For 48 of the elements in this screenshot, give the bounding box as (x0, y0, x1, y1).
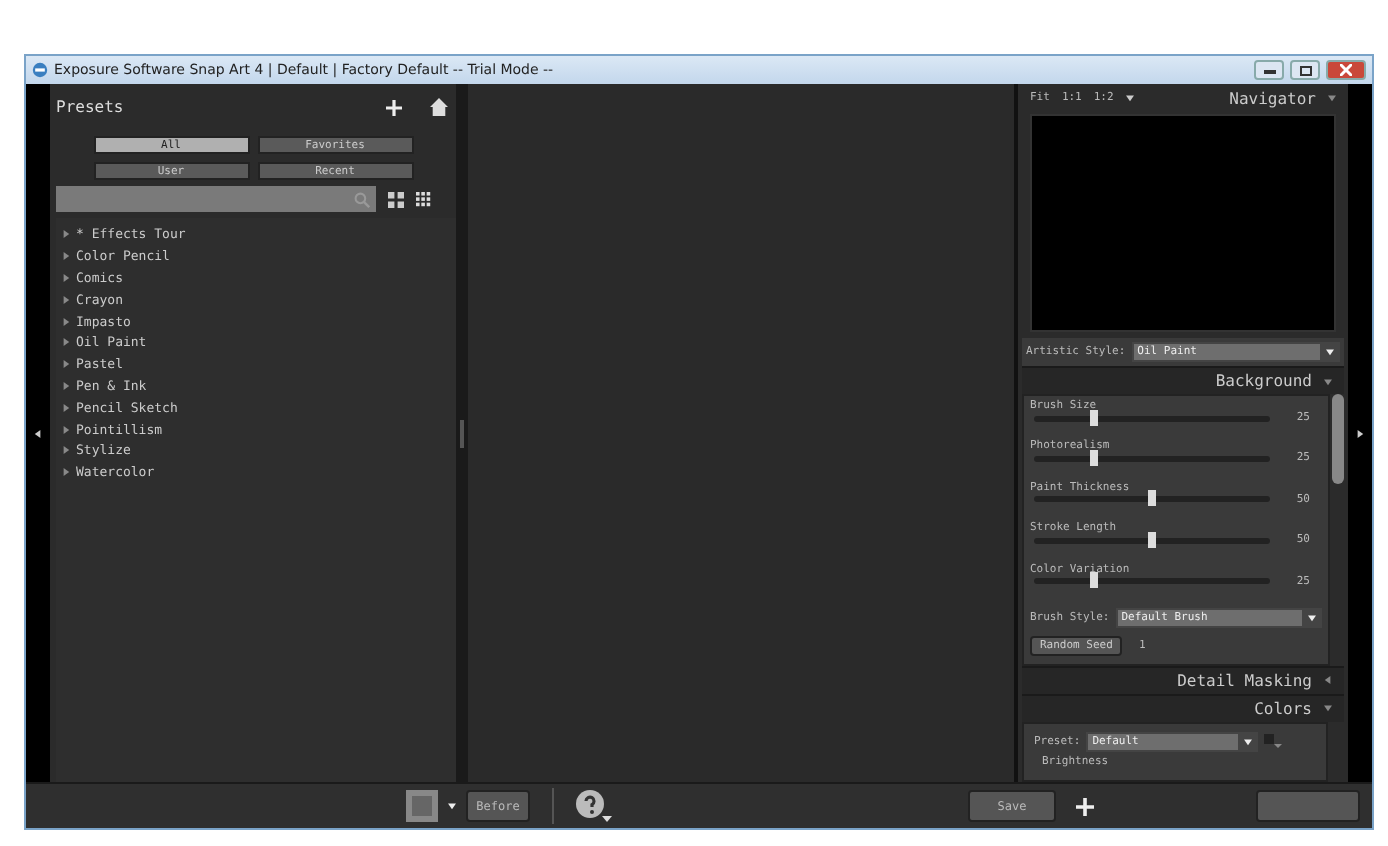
maximize-button[interactable] (1290, 60, 1320, 80)
expand-arrow-icon (62, 381, 70, 390)
left-arrow-icon (34, 429, 42, 437)
app-icon (32, 62, 48, 78)
slider-thumb[interactable] (1089, 449, 1097, 466)
search-icon (354, 191, 370, 207)
collapse-arrow-icon (1328, 94, 1336, 102)
help-icon[interactable] (576, 790, 612, 822)
background-color-swatch[interactable] (406, 790, 438, 822)
minimize-button[interactable] (1254, 60, 1284, 80)
expand-arrow-icon (62, 230, 70, 239)
slider-thumb[interactable] (1089, 572, 1097, 589)
maximize-icon (1299, 65, 1311, 75)
expand-arrow-icon (62, 317, 70, 326)
collapse-icon[interactable] (388, 191, 404, 207)
collapse-arrow-icon (1324, 377, 1332, 385)
caret-icon (1243, 737, 1252, 746)
expand-arrow-icon (62, 252, 70, 261)
slider-thumb[interactable] (1148, 531, 1156, 548)
scrollbar-thumb[interactable] (1332, 394, 1344, 484)
add-icon[interactable] (386, 99, 402, 115)
expand-arrow-icon (62, 338, 70, 347)
section-title: Navigator (1227, 89, 1316, 107)
add-icon[interactable] (1076, 797, 1094, 815)
splitter-handle[interactable] (456, 84, 468, 782)
section-title: Background (1213, 372, 1312, 390)
caret-icon (1325, 348, 1333, 356)
expand-arrow-icon (62, 425, 70, 434)
slider-thumb[interactable] (1148, 490, 1156, 507)
dropdown-arrow-icon (1125, 94, 1134, 102)
grid-icon[interactable] (416, 191, 432, 207)
search-field[interactable] (56, 186, 376, 212)
expand-arrow-icon (62, 468, 70, 477)
expand-arrow-icon (62, 295, 70, 304)
expand-arrow-icon (62, 446, 70, 455)
expand-arrow-icon (62, 360, 70, 369)
caret-icon (1307, 613, 1315, 622)
close-icon (1340, 64, 1352, 76)
color-swatch-icon[interactable] (1264, 734, 1283, 749)
minimize-icon (1263, 67, 1275, 73)
slider-thumb[interactable] (1089, 409, 1097, 425)
dropdown-arrow-icon (448, 802, 456, 810)
close-button[interactable] (1326, 60, 1366, 80)
expand-arrow-icon (62, 273, 70, 282)
home-icon[interactable] (430, 98, 448, 116)
expand-arrow-icon (62, 403, 70, 412)
right-arrow-icon (1356, 429, 1364, 437)
panel-title: Presets (56, 98, 126, 116)
